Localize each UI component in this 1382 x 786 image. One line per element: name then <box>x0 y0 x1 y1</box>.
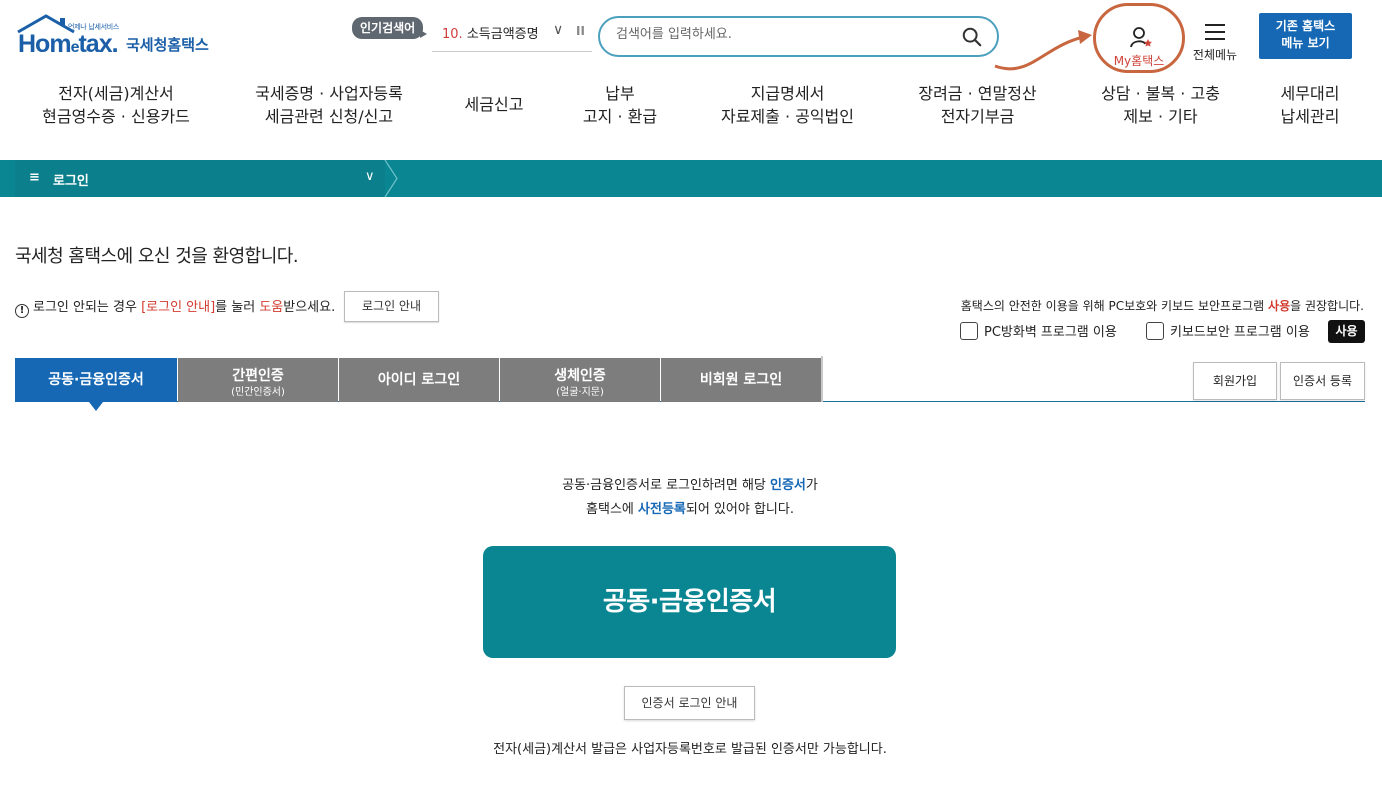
all-menu-label: 전체메뉴 <box>1192 48 1238 62</box>
nav-item-consultation[interactable]: 상담 · 불복 · 고충 제보 · 기타 <box>1088 82 1233 132</box>
popular-badge-pointer <box>420 30 427 38</box>
alert-icon: ! <box>15 304 29 318</box>
nav-item-tax-filing[interactable]: 세금신고 <box>454 82 534 132</box>
nav-item-tax-agent[interactable]: 세무대리 납세관리 <box>1270 82 1350 132</box>
e-invoice-notice: 전자(세금)계산서 발급은 사업자등록번호로 발급된 인증서만 가능합니다. <box>493 742 887 757</box>
tab-joint-certificate[interactable]: 공동·금융인증서 <box>15 358 177 402</box>
sign-up-button[interactable]: 회원가입 <box>1193 362 1277 400</box>
breadcrumb-current: 로그인 <box>53 174 89 189</box>
my-hometax-label: My홈택스 <box>1113 54 1165 68</box>
all-menu-button[interactable]: 전체메뉴 <box>1190 24 1240 63</box>
logo-wordmark: Hometax. <box>18 30 119 58</box>
nav-item-incentives[interactable]: 장려금 · 연말정산 전자기부금 <box>905 82 1050 132</box>
nav-item-e-invoice[interactable]: 전자(세금)계산서 현금영수증 · 신용카드 <box>36 82 196 132</box>
annotation-arrow <box>994 30 1092 71</box>
login-help-text: ! 로그인 안되는 경우 [로그인 안내]를 눌러 도움받으세요. <box>15 296 335 318</box>
register-certificate-button[interactable]: 인증서 등록 <box>1280 362 1365 400</box>
old-menu-button[interactable]: 기존 홈택스 메뉴 보기 <box>1259 13 1352 59</box>
checkbox[interactable] <box>960 322 978 340</box>
nav-item-certificates[interactable]: 국세증명 · 사업자등록 세금관련 신청/신고 <box>244 82 414 132</box>
breadcrumb-bar: ≡ 로그인 ∨ <box>0 160 1382 197</box>
popular-search-item[interactable]: 10. 소득금액증명 <box>432 20 592 52</box>
nav-item-statements[interactable]: 지급명세서 자료제출 · 공익법인 <box>705 82 870 132</box>
pause-icon[interactable]: II <box>576 24 585 38</box>
menu-icon[interactable]: ≡ <box>29 170 40 185</box>
breadcrumb-separator-icon <box>384 160 398 197</box>
tab-simple-auth[interactable]: 간편인증 (민간인증서) <box>178 358 338 402</box>
hamburger-icon <box>1205 24 1225 40</box>
use-button[interactable]: 사용 <box>1328 320 1365 343</box>
search-box <box>598 16 999 57</box>
tab-biometric[interactable]: 생체인증 (얼굴·지문) <box>500 358 660 402</box>
search-input[interactable] <box>616 27 946 42</box>
checkbox[interactable] <box>1146 322 1164 340</box>
search-icon[interactable] <box>961 26 983 48</box>
hometax-logo[interactable]: 언제나 납세서비스 Hometax. 국세청홈택스 <box>16 14 226 60</box>
breadcrumb[interactable]: ≡ 로그인 ∨ <box>15 160 385 197</box>
popular-search-badge: 인기검색어 <box>352 17 424 39</box>
logo-korean-name: 국세청홈택스 <box>126 37 209 54</box>
popular-keyword: 소득금액증명 <box>466 27 539 42</box>
keyboard-security-checkbox[interactable]: 키보드보안 프로그램 이용 <box>1146 321 1310 341</box>
active-tab-pointer <box>89 402 103 411</box>
popular-rank: 10. <box>442 27 463 42</box>
page-title: 국세청 홈택스에 오신 것을 환영합니다. <box>15 246 299 267</box>
chevron-down-icon[interactable]: ∨ <box>365 169 375 184</box>
tab-guest-login[interactable]: 비회원 로그인 <box>661 358 821 402</box>
tab-divider <box>821 356 823 402</box>
chevron-down-icon[interactable]: ∨ <box>553 22 563 38</box>
certificate-login-guide-button[interactable]: 인증서 로그인 안내 <box>624 686 755 720</box>
tab-id-login[interactable]: 아이디 로그인 <box>339 358 499 402</box>
login-guide-button[interactable]: 로그인 안내 <box>344 291 439 322</box>
certificate-login-button[interactable]: 공동·금융인증서 <box>483 546 896 658</box>
nav-item-payment[interactable]: 납부 고지 · 환급 <box>570 82 670 132</box>
my-hometax-button[interactable]: My홈택스 <box>1093 3 1185 73</box>
security-recommendation: 홈택스의 안전한 이용을 위해 PC보호와 키보드 보안프로그램 사용을 권장합… <box>960 299 1364 313</box>
user-star-icon <box>1130 27 1152 48</box>
certificate-login-description: 공동·금융인증서로 로그인하려면 해당 인증서가 홈택스에 사전등록되어 있어야… <box>562 478 818 517</box>
firewall-checkbox[interactable]: PC방화벽 프로그램 이용 <box>960 321 1117 341</box>
